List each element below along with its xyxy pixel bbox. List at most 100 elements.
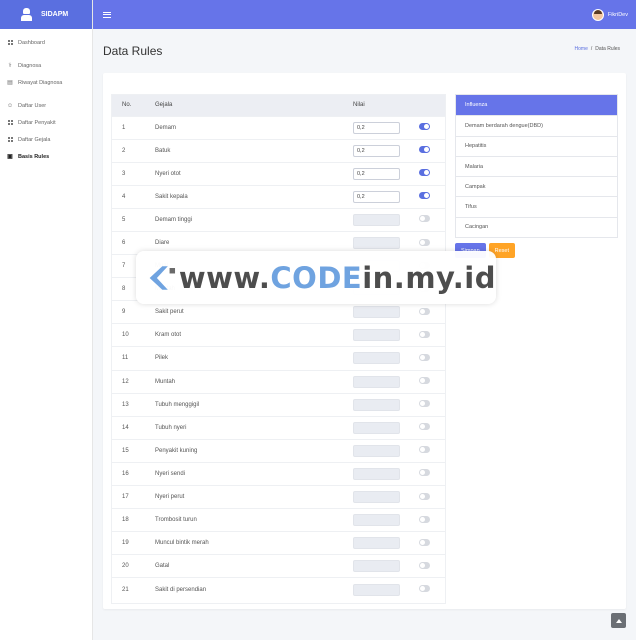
table-row: 21 Sakit di persendian xyxy=(112,577,445,601)
nilai-input[interactable] xyxy=(353,514,400,527)
nilai-input[interactable] xyxy=(353,444,400,457)
rule-toggle-switch[interactable] xyxy=(419,123,430,131)
disease-item[interactable]: Cacingan xyxy=(456,216,617,237)
page-title: Data Rules xyxy=(103,44,163,58)
nilai-input[interactable] xyxy=(353,213,400,226)
sidebar-item-dashboard[interactable]: Dashboard xyxy=(0,34,92,51)
row-number: 5 xyxy=(112,207,155,232)
nilai-input[interactable] xyxy=(353,375,400,388)
row-number: 2 xyxy=(112,138,155,163)
row-number: 3 xyxy=(112,161,155,186)
row-gejala: Tubuh nyeri xyxy=(155,415,353,440)
brand[interactable]: SIDAPM xyxy=(0,0,92,29)
rule-toggle-switch[interactable] xyxy=(419,192,430,200)
disease-item[interactable]: Demam berdarah dengue(DBD) xyxy=(456,115,617,135)
nilai-input[interactable] xyxy=(353,560,400,573)
rule-toggle-switch[interactable] xyxy=(419,215,430,223)
sidebar-item-basis-rules[interactable]: ▣ Basis Rules xyxy=(0,148,92,165)
breadcrumb-current: Data Rules xyxy=(595,46,620,52)
row-gejala: Penyakit kuning xyxy=(155,438,353,463)
table-row: 3 Nyeri otot xyxy=(112,161,445,186)
breadcrumb-home-link[interactable]: Home xyxy=(575,46,588,52)
nilai-input[interactable] xyxy=(353,121,400,134)
hamburger-menu-icon[interactable] xyxy=(103,11,111,18)
rule-toggle-switch[interactable] xyxy=(419,492,430,500)
row-gejala: Muncul bintik merah xyxy=(155,531,353,555)
row-number: 14 xyxy=(112,415,155,440)
row-number: 9 xyxy=(112,300,155,324)
user-menu[interactable]: FikriDev xyxy=(591,8,628,21)
table-row: 19 Muncul bintik merah xyxy=(112,531,445,555)
table-row: 18 Trombosit turun xyxy=(112,508,445,532)
column-header-nilai: Nilai xyxy=(353,102,365,109)
nilai-input[interactable] xyxy=(353,190,400,203)
column-header-no: No. xyxy=(122,102,132,109)
rule-toggle-switch[interactable] xyxy=(419,400,430,408)
row-number: 17 xyxy=(112,484,155,509)
nilai-input[interactable] xyxy=(353,144,400,157)
sidebar-item-daftar-gejala[interactable]: Daftar Gejala xyxy=(0,131,92,148)
grid-icon xyxy=(7,40,13,46)
disease-list: Influenza Demam berdarah dengue(DBD) Hepat… xyxy=(455,94,618,239)
nilai-input[interactable] xyxy=(353,537,400,550)
table-row: 9 Sakit perut xyxy=(112,300,445,324)
user-name: FikriDev xyxy=(607,11,628,18)
row-gejala: Trombosit turun xyxy=(155,508,353,532)
nilai-input[interactable] xyxy=(353,398,400,411)
rule-toggle-switch[interactable] xyxy=(419,169,430,177)
row-gejala: Sakit di persendian xyxy=(155,577,353,601)
rule-toggle-switch[interactable] xyxy=(419,377,430,385)
disease-item[interactable]: Hepatitis xyxy=(456,135,617,156)
sidebar-item-label: Basis Rules xyxy=(18,153,50,160)
rule-toggle-switch[interactable] xyxy=(419,585,430,593)
rule-toggle-switch[interactable] xyxy=(419,515,430,523)
sidebar-item-label: Dashboard xyxy=(18,39,45,46)
row-number: 4 xyxy=(112,184,155,209)
nilai-input[interactable] xyxy=(353,467,400,480)
rule-toggle-switch[interactable] xyxy=(419,446,430,454)
rule-toggle-switch[interactable] xyxy=(419,353,430,361)
sidebar-item-daftar-user[interactable]: ☺ Daftar User xyxy=(0,97,92,114)
rule-toggle-switch[interactable] xyxy=(419,423,430,431)
disease-item[interactable]: Campak xyxy=(456,176,617,196)
nilai-input[interactable] xyxy=(353,583,400,596)
sidebar-item-riwayat-diagnosa[interactable]: ▤ Riwayat Diagnosa xyxy=(0,74,92,91)
rule-toggle-switch[interactable] xyxy=(419,307,430,315)
breadcrumb: Home / Data Rules xyxy=(575,46,620,52)
rule-toggle-switch[interactable] xyxy=(419,330,430,338)
doctor-icon xyxy=(20,8,33,21)
sidebar-item-label: Daftar User xyxy=(18,102,47,109)
rules-table-container: No. Gejala Nilai 1Demam2Batuk3Nyeri otot… xyxy=(111,94,446,604)
sidebar-item-label: Riwayat Diagnosa xyxy=(18,79,63,86)
rule-toggle-switch[interactable] xyxy=(419,561,430,569)
sidebar-item-diagnosa[interactable]: ⚕ Diagnosa xyxy=(0,57,92,74)
nilai-input[interactable] xyxy=(353,306,400,319)
disease-item[interactable]: Tifus xyxy=(456,196,617,216)
rule-toggle-switch[interactable] xyxy=(419,469,430,477)
nilai-input[interactable] xyxy=(353,167,400,180)
database-icon: ▣ xyxy=(7,154,13,160)
disease-item[interactable]: Influenza xyxy=(456,95,617,116)
column-header-gejala: Gejala xyxy=(155,102,173,109)
nilai-input[interactable] xyxy=(353,329,400,342)
nilai-input[interactable] xyxy=(353,237,400,250)
row-gejala: Nyeri perut xyxy=(155,484,353,509)
rule-toggle-switch[interactable] xyxy=(419,238,430,246)
row-number: 12 xyxy=(112,369,155,394)
nilai-input[interactable] xyxy=(353,491,400,504)
topbar: FikriDev xyxy=(93,0,636,29)
row-gejala: Tubuh menggigil xyxy=(155,392,353,417)
nilai-input[interactable] xyxy=(353,352,400,365)
row-gejala: Muntah xyxy=(155,369,353,394)
sidebar: SIDAPM Dashboard ⚕ Diagnosa ▤ Riwayat Diagno… xyxy=(0,0,93,640)
rule-toggle-switch[interactable] xyxy=(419,538,430,546)
row-number: 16 xyxy=(112,461,155,486)
row-number: 21 xyxy=(112,577,155,601)
rule-toggle-switch[interactable] xyxy=(419,146,430,154)
disease-item[interactable]: Malaria xyxy=(456,155,617,176)
nilai-input[interactable] xyxy=(353,421,400,434)
scroll-to-top-button[interactable] xyxy=(611,613,626,628)
grid-icon xyxy=(7,120,13,126)
sidebar-item-daftar-penyakit[interactable]: Daftar Penyakit xyxy=(0,114,92,131)
row-gejala: Demam tinggi xyxy=(155,207,353,232)
